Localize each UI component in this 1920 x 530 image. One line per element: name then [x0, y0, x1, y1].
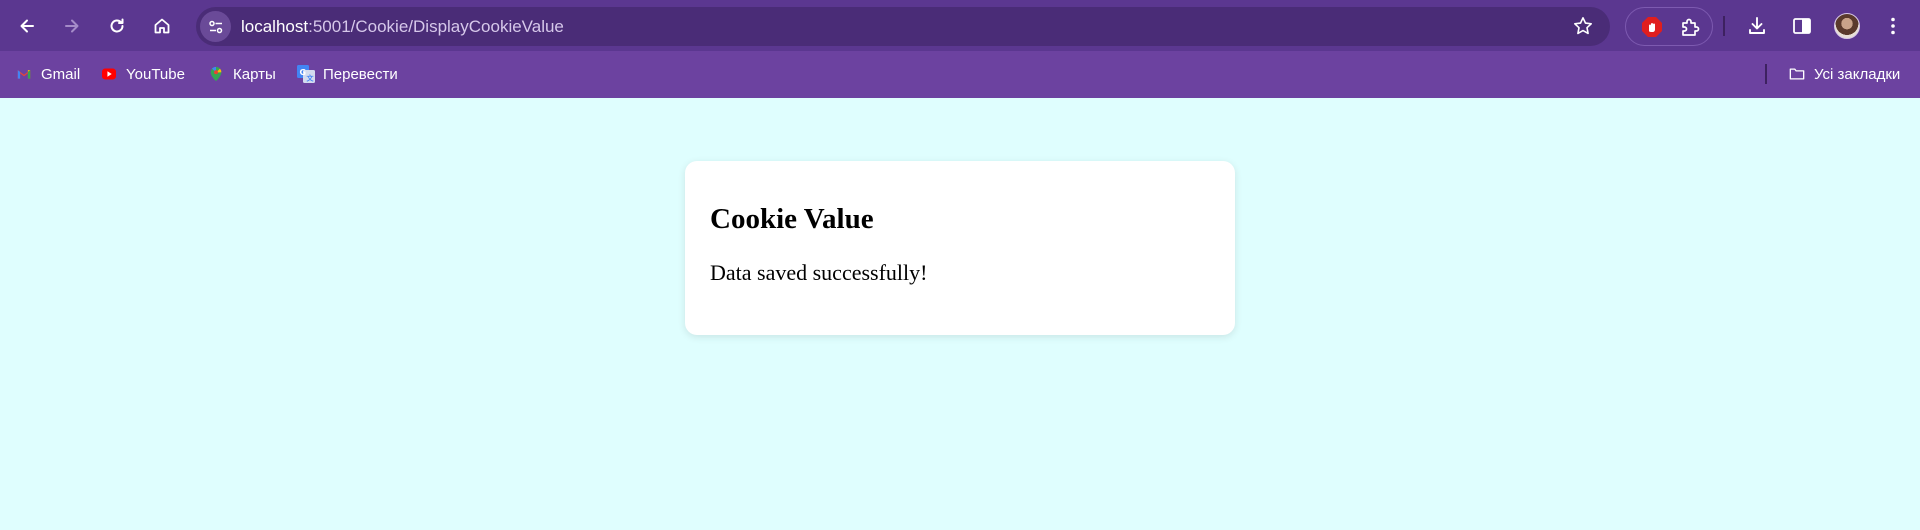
- youtube-icon: [100, 65, 118, 83]
- bookmarks-divider: [1765, 64, 1767, 84]
- forward-arrow-icon: [65, 19, 79, 33]
- bookmark-label: Gmail: [41, 65, 81, 83]
- url-path: :5001/Cookie/DisplayCookieValue: [308, 17, 564, 36]
- menu-button[interactable]: [1880, 13, 1906, 39]
- bookmark-star-icon[interactable]: [1572, 15, 1594, 37]
- all-bookmarks-label: Усі закладки: [1814, 65, 1901, 83]
- svg-text:文: 文: [307, 74, 315, 83]
- bookmark-translate[interactable]: G 文 Перевести: [297, 63, 398, 85]
- home-button[interactable]: [145, 9, 179, 43]
- back-button[interactable]: [10, 9, 44, 43]
- side-panel-button[interactable]: [1789, 13, 1815, 39]
- folder-icon: [1788, 65, 1806, 83]
- cookie-message: Data saved successfully!: [710, 260, 928, 285]
- bookmark-label: Перевести: [323, 65, 398, 83]
- extensions-puzzle-icon[interactable]: [1679, 16, 1701, 38]
- browser-toolbar: localhost:5001/Cookie/DisplayCookieValue: [0, 0, 1920, 51]
- svg-text:G: G: [300, 68, 307, 77]
- url-text[interactable]: localhost:5001/Cookie/DisplayCookieValue: [241, 7, 564, 46]
- forward-button[interactable]: [55, 9, 89, 43]
- translate-icon: G 文: [297, 65, 315, 83]
- site-info-button[interactable]: [200, 11, 231, 42]
- url-host: localhost: [241, 17, 309, 36]
- reload-icon: [110, 18, 124, 33]
- adblock-extension-icon[interactable]: [1641, 16, 1663, 38]
- tune-icon: [208, 20, 222, 33]
- downloads-button[interactable]: [1744, 13, 1770, 39]
- card-title: Cookie Value: [710, 203, 874, 235]
- home-icon: [154, 18, 170, 34]
- all-bookmarks-button[interactable]: Усі закладки: [1788, 63, 1900, 85]
- reload-button[interactable]: [100, 9, 134, 43]
- browser-chrome: localhost:5001/Cookie/DisplayCookieValue: [0, 0, 1920, 98]
- back-arrow-icon: [20, 19, 34, 33]
- toolbar-divider: [1723, 16, 1725, 36]
- bookmarks-bar: Gmail YouTube Карты G 文 Перевести Усі за…: [0, 51, 1920, 98]
- bookmark-youtube[interactable]: YouTube: [100, 63, 185, 85]
- bookmark-maps[interactable]: Карты: [207, 63, 276, 85]
- download-icon: [1749, 17, 1765, 34]
- extensions-group: [1625, 7, 1713, 46]
- cookie-value-card: Cookie Value Data saved successfully!: [685, 161, 1235, 335]
- address-bar[interactable]: localhost:5001/Cookie/DisplayCookieValue: [196, 7, 1610, 46]
- side-panel-icon: [1793, 18, 1811, 34]
- kebab-menu-icon: [1891, 17, 1895, 35]
- maps-icon: [207, 65, 225, 83]
- bookmark-label: YouTube: [126, 65, 185, 83]
- bookmark-label: Карты: [233, 65, 276, 83]
- gmail-icon: [15, 65, 33, 83]
- profile-avatar[interactable]: [1834, 13, 1860, 39]
- bookmark-gmail[interactable]: Gmail: [15, 63, 80, 85]
